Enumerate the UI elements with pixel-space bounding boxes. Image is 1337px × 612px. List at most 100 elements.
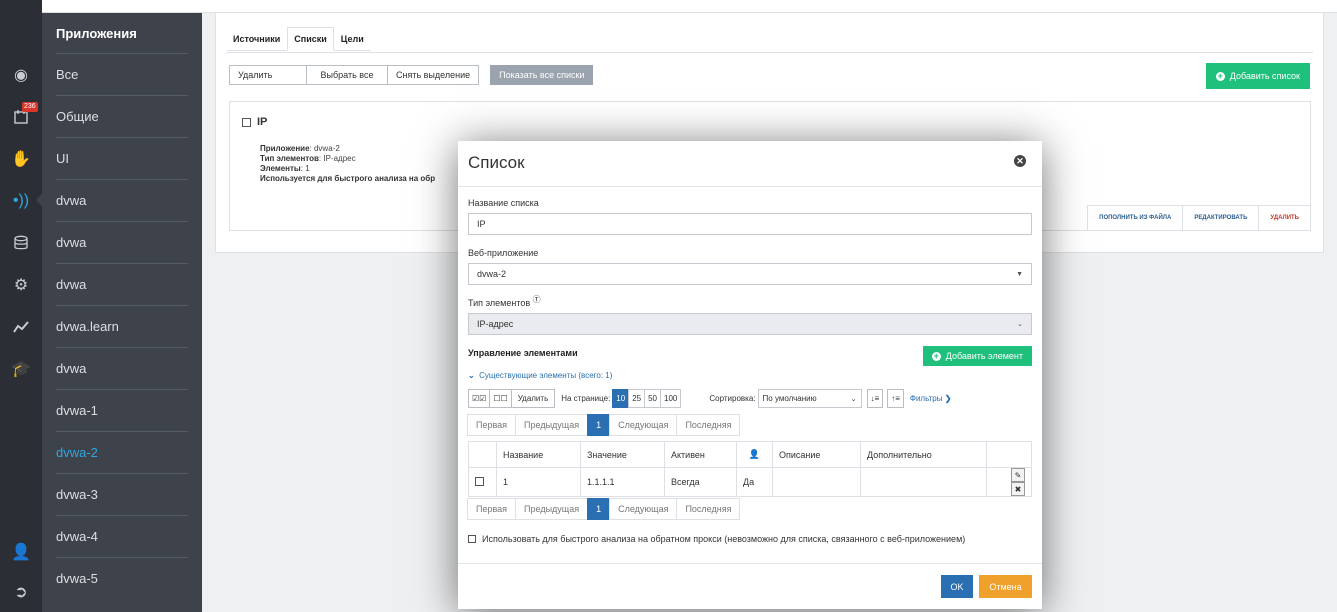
list-name-input[interactable]: IP	[468, 213, 1032, 235]
events-icon[interactable]: 236	[0, 102, 42, 129]
app-item-dvwa-4[interactable]: dvwa	[56, 347, 188, 389]
edit-icon[interactable]: ✎	[1011, 468, 1025, 482]
learning-icon[interactable]: 🎓	[0, 357, 42, 381]
row-checkbox[interactable]	[475, 476, 484, 486]
deselect-elements-button[interactable]: ☐☐	[489, 389, 512, 408]
app-item-all[interactable]: Все	[56, 53, 188, 95]
per-page-50[interactable]: 50	[644, 389, 662, 408]
cell-extra	[860, 467, 987, 497]
delete-elements-button[interactable]: Удалить	[510, 389, 556, 408]
delete-icon[interactable]: ✖	[1011, 482, 1025, 496]
eye-icon[interactable]: ◉	[0, 63, 42, 87]
meta-quick-label: Используется для быстрого анализа на обр	[260, 174, 436, 183]
meta-type-label: Тип элементов	[260, 154, 319, 163]
quick-analysis-checkbox[interactable]	[468, 535, 476, 543]
existing-elements-label: Существующие элементы (всего: 1)	[479, 371, 613, 380]
col-description[interactable]: Описание	[772, 441, 861, 468]
add-list-label: Добавить список	[1229, 71, 1300, 81]
existing-elements-toggle[interactable]: ⌄ Существующие элементы (всего: 1)	[468, 371, 612, 380]
plus-circle-icon: +	[931, 350, 941, 361]
pager-first[interactable]: Первая	[467, 414, 517, 436]
list-meta: Приложение: dvwa-2 Тип элементов: IP-адр…	[260, 144, 435, 184]
pager-last[interactable]: Последняя	[676, 414, 741, 436]
per-page-100[interactable]: 100	[660, 389, 682, 408]
pager-first[interactable]: Первая	[467, 498, 517, 520]
app-item-dvwa1[interactable]: dvwa-1	[56, 389, 188, 431]
meta-elements-value: : 1	[300, 164, 310, 173]
app-item-dvwa-1[interactable]: dvwa	[56, 179, 188, 221]
deselect-button[interactable]: Снять выделение	[387, 65, 480, 85]
app-item-ui[interactable]: UI	[56, 137, 188, 179]
applications-panel: Приложения Все Общие UI dvwa dvwa dvwa d…	[36, 0, 202, 612]
close-icon[interactable]: ✕	[1014, 155, 1026, 167]
element-type-label-text: Тип элементов	[468, 298, 531, 308]
delete-link[interactable]: удалить	[1258, 206, 1310, 230]
pager-next[interactable]: Следующая	[609, 498, 678, 520]
filters-link[interactable]: Фильтры ❯	[910, 394, 952, 403]
tab-sources[interactable]: Источники	[226, 27, 288, 51]
pager-last[interactable]: Последняя	[676, 498, 741, 520]
app-item-dvwa-learn[interactable]: dvwa.learn	[56, 305, 188, 347]
per-page-25[interactable]: 25	[628, 389, 646, 408]
user-icon[interactable]: 👤	[0, 540, 42, 564]
pager-next[interactable]: Следующая	[609, 414, 678, 436]
edit-link[interactable]: редактировать	[1182, 206, 1258, 230]
col-extra[interactable]: Дополнительно	[860, 441, 987, 468]
col-active[interactable]: Активен	[664, 441, 737, 468]
pager-prev[interactable]: Предыдущая	[515, 498, 589, 520]
ok-button[interactable]: OK	[941, 575, 973, 598]
add-list-button[interactable]: + Добавить список	[1205, 63, 1310, 89]
element-type-select: IP-адрес ⌄	[468, 313, 1032, 335]
per-page-10[interactable]: 10	[612, 389, 630, 408]
app-item-dvwa4[interactable]: dvwa-4	[56, 515, 188, 557]
app-item-common[interactable]: Общие	[56, 95, 188, 137]
chart-line-icon[interactable]	[0, 315, 42, 339]
delete-button[interactable]: Удалить	[229, 65, 307, 85]
pager-top: Первая Предыдущая 1 Следующая Последняя	[467, 414, 741, 436]
sort-asc-button[interactable]: ↓≡	[866, 389, 884, 408]
tab-lists[interactable]: Списки	[287, 27, 334, 51]
dialog-footer-divider	[458, 563, 1042, 564]
cell-active: Всегда	[664, 467, 737, 497]
app-item-dvwa5[interactable]: dvwa-5	[56, 557, 188, 599]
show-all-lists-button[interactable]: Показать все списки	[490, 65, 594, 85]
add-element-button[interactable]: + Добавить элемент	[922, 346, 1032, 366]
hand-icon[interactable]: ✋	[0, 147, 42, 171]
row-checkbox-cell	[468, 467, 497, 497]
active-pointer	[36, 194, 42, 206]
select-all-button[interactable]: Выбрать все	[306, 65, 388, 85]
web-app-label: Веб-приложение	[468, 248, 539, 258]
sort-desc-button[interactable]: ↑≡	[887, 389, 904, 408]
app-item-dvwa2[interactable]: dvwa-2	[56, 431, 188, 473]
app-item-dvwa-2[interactable]: dvwa	[56, 221, 188, 263]
meta-elements-label: Элементы	[260, 164, 301, 173]
pager-current[interactable]: 1	[587, 498, 611, 520]
select-all-elements-button[interactable]: ☑☑	[468, 389, 491, 408]
sort-select[interactable]: По умолчанию ⌄	[757, 389, 862, 408]
logout-icon[interactable]: ➲	[0, 580, 42, 604]
icon-rail: ◉ 236 ✋ •)) ⚙ 🎓 👤 ➲	[0, 0, 42, 612]
pager-current[interactable]: 1	[587, 414, 611, 436]
col-name[interactable]: Название	[496, 441, 581, 468]
web-app-select[interactable]: dvwa-2 ▼	[468, 263, 1032, 285]
help-icon[interactable]: Ⓣ	[533, 295, 541, 304]
cancel-button[interactable]: Отмена	[979, 575, 1032, 598]
col-select	[468, 441, 497, 468]
database-icon[interactable]	[0, 231, 42, 255]
fill-from-file-link[interactable]: пополнить из файла	[1087, 206, 1182, 230]
app-item-dvwa3[interactable]: dvwa-3	[56, 473, 188, 515]
list-dialog: Список ✕ Название списка IP Веб-приложен…	[458, 141, 1042, 609]
applications-header: Приложения	[56, 26, 137, 41]
trend-shape	[13, 321, 29, 333]
gear-icon[interactable]: ⚙	[0, 273, 42, 297]
element-type-label: Тип элементов Ⓣ	[468, 294, 541, 308]
sort-label: Сортировка:	[709, 394, 756, 403]
col-value[interactable]: Значение	[580, 441, 665, 468]
pager-prev[interactable]: Предыдущая	[515, 414, 589, 436]
cell-user: Да	[736, 467, 773, 497]
sort-value: По умолчанию	[762, 394, 817, 403]
app-item-dvwa-3[interactable]: dvwa	[56, 263, 188, 305]
list-checkbox[interactable]	[242, 117, 251, 127]
chevron-down-icon: ⌄	[850, 395, 857, 403]
tab-targets[interactable]: Цели	[333, 27, 371, 51]
